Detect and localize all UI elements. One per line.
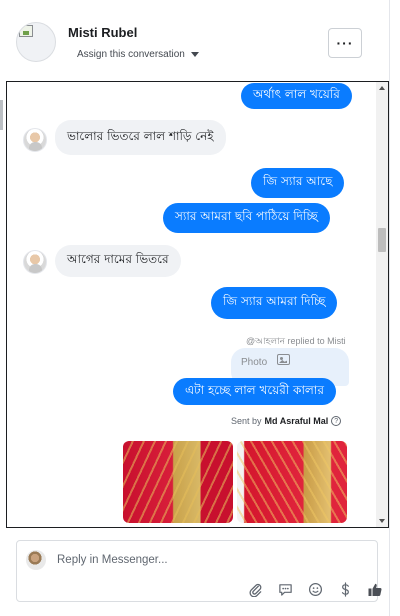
photo-label: Photo [241, 357, 268, 368]
thumbs-up-icon[interactable] [367, 581, 383, 597]
more-options-button[interactable]: ··· [328, 28, 362, 58]
message-thread[interactable]: অর্থাৎ লাল খয়েরি ভালোর ভিতরে লাল শাড়ি … [6, 81, 389, 528]
saree-photo[interactable] [237, 441, 347, 523]
sent-by-name[interactable]: Md Asraful Mal [265, 416, 329, 426]
photo-icon [277, 354, 290, 365]
scrollbar[interactable] [376, 82, 388, 527]
smiley-icon[interactable] [307, 581, 323, 597]
broken-image-icon [19, 25, 33, 37]
sent-by-line: Sent by Md Asraful Mal ? [231, 416, 342, 426]
help-icon[interactable]: ? [331, 416, 342, 426]
paperclip-icon[interactable] [247, 581, 263, 597]
contact-avatar-small [23, 250, 47, 274]
saree-photo[interactable] [123, 441, 233, 523]
contact-avatar[interactable] [16, 22, 56, 62]
reply-input[interactable] [57, 550, 357, 570]
outgoing-message: এটা হচ্ছে লাল খয়েরী কালার [173, 378, 336, 405]
outgoing-message: অর্থাৎ লাল খয়েরি [241, 83, 352, 109]
outgoing-message: স্যার আমরা ছবি পাঠিয়ে দিচ্ছি [163, 203, 330, 233]
page-edge-marker [0, 100, 3, 130]
reply-context-note: ‎@আহলান replied to Misti [246, 336, 346, 346]
scroll-down-arrow-icon[interactable] [379, 519, 385, 523]
incoming-message: ভালোর ভিতরে লাল শাড়ি নেই [55, 120, 226, 155]
contact-avatar-small [23, 128, 47, 152]
scroll-up-arrow-icon[interactable] [379, 86, 385, 90]
assign-conversation-label: Assign this conversation [77, 49, 185, 60]
dollar-icon[interactable] [337, 581, 353, 597]
incoming-message: আগের দামের ভিতরে [55, 245, 181, 277]
caret-down-icon [190, 52, 199, 57]
scrollbar-thumb[interactable] [378, 228, 386, 252]
assign-conversation-dropdown[interactable]: Assign this conversation [77, 49, 199, 60]
panel-divider [389, 0, 390, 616]
user-avatar [26, 550, 46, 570]
outgoing-message: জি স্যার আছে [251, 168, 345, 198]
conversation-header: Misti Rubel Assign this conversation ··· [0, 0, 390, 78]
reply-composer [16, 540, 382, 602]
contact-name[interactable]: Misti Rubel [68, 25, 137, 40]
speech-bubble-icon[interactable] [277, 581, 293, 597]
outgoing-message: জি স্যার আমরা দিচ্ছি [211, 287, 338, 319]
composer-toolbar [247, 581, 383, 597]
sent-by-prefix: Sent by [231, 416, 262, 426]
